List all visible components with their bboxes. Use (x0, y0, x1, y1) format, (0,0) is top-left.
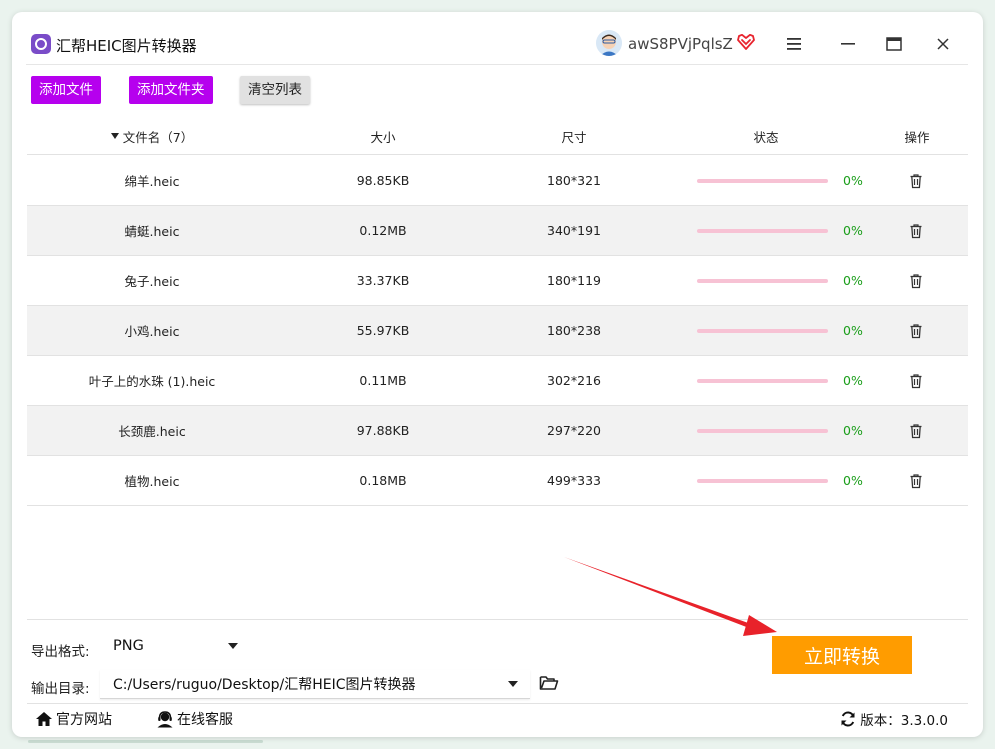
progress-percent: 0% (843, 323, 863, 338)
progress-bar (697, 329, 828, 333)
file-size: 55.97KB (356, 323, 410, 338)
title-divider (26, 64, 968, 65)
refresh-icon (841, 711, 855, 727)
chevron-down-icon (228, 643, 238, 649)
add-file-button[interactable]: 添加文件 (31, 76, 101, 104)
file-dimensions: 180*238 (547, 323, 601, 338)
file-table: 文件名（7） 大小 尺寸 状态 操作 绵羊.heic 98.85KB 180*321… (27, 118, 968, 620)
table-row[interactable]: 叶子上的水珠 (1).heic 0.11MB 302*216 0% (27, 356, 968, 406)
headset-icon (157, 710, 173, 727)
header-size: 大小 (370, 129, 396, 145)
file-size: 0.11MB (359, 373, 407, 388)
header-actions: 操作 (904, 129, 930, 145)
taskbar-hint (28, 740, 263, 743)
header-dimensions: 尺寸 (561, 129, 587, 145)
header-status: 状态 (753, 129, 779, 145)
table-row[interactable]: 兔子.heic 33.37KB 180*119 0% (27, 256, 968, 306)
maximize-icon[interactable] (884, 34, 904, 54)
progress-bar (697, 479, 828, 483)
trash-icon[interactable] (908, 273, 924, 289)
sort-down-icon (110, 133, 119, 139)
file-dimensions: 302*216 (547, 373, 601, 388)
file-dimensions: 180*321 (547, 173, 601, 188)
trash-icon[interactable] (908, 473, 924, 489)
file-size: 97.88KB (356, 423, 410, 438)
header-name[interactable]: 文件名（7） (27, 118, 277, 154)
app-window: 汇帮HEIC图片转换器 awS8PVjPqlsZ 添加文件 添加文件夹 清空列表… (12, 12, 983, 737)
table-row[interactable]: 植物.heic 0.18MB 499*333 0% (27, 456, 968, 506)
format-value: PNG (113, 638, 144, 654)
minimize-icon[interactable] (838, 34, 858, 54)
app-title: 汇帮HEIC图片转换器 (56, 37, 197, 55)
table-row[interactable]: 绵羊.heic 98.85KB 180*321 0% (27, 156, 968, 206)
close-icon[interactable] (933, 34, 953, 54)
file-name: 长颈鹿.heic (118, 424, 186, 439)
title-bar: 汇帮HEIC图片转换器 awS8PVjPqlsZ (12, 12, 983, 64)
file-name: 绵羊.heic (124, 174, 180, 189)
progress-bar (697, 429, 828, 433)
progress-bar (697, 179, 828, 183)
folder-open-icon[interactable] (539, 674, 559, 692)
table-row[interactable]: 蜻蜓.heic 0.12MB 340*191 0% (27, 206, 968, 256)
file-dimensions: 180*119 (547, 273, 601, 288)
file-size: 0.12MB (359, 223, 407, 238)
file-size: 98.85KB (356, 173, 410, 188)
hamburger-menu-icon[interactable] (784, 34, 804, 54)
output-dir-select[interactable]: C:/Users/ruguo/Desktop/汇帮HEIC图片转换器 (100, 670, 530, 699)
chevron-down-icon (508, 681, 518, 687)
file-name: 叶子上的水珠 (1).heic (88, 374, 216, 389)
output-dir-value: C:/Users/ruguo/Desktop/汇帮HEIC图片转换器 (113, 677, 416, 693)
progress-percent: 0% (843, 473, 863, 488)
home-icon (36, 712, 52, 726)
avatar[interactable] (596, 30, 622, 56)
progress-percent: 0% (843, 223, 863, 238)
trash-icon[interactable] (908, 323, 924, 339)
table-row[interactable]: 小鸡.heic 55.97KB 180*238 0% (27, 306, 968, 356)
output-settings: 导出格式: PNG 输出目录: C:/Users/ruguo/Desktop/汇… (27, 620, 968, 737)
file-name: 蜻蜓.heic (124, 224, 180, 239)
progress-percent: 0% (843, 273, 863, 288)
add-folder-button[interactable]: 添加文件夹 (129, 76, 213, 104)
footer-divider (27, 703, 968, 704)
file-name: 兔子.heic (124, 274, 180, 289)
trash-icon[interactable] (908, 373, 924, 389)
trash-icon[interactable] (908, 173, 924, 189)
progress-percent: 0% (843, 173, 863, 188)
file-dimensions: 340*191 (547, 223, 601, 238)
progress-bar (697, 279, 828, 283)
support-link[interactable]: 在线客服 (156, 709, 233, 729)
file-size: 33.37KB (356, 273, 410, 288)
progress-percent: 0% (843, 373, 863, 388)
file-size: 0.18MB (359, 473, 407, 488)
progress-bar (697, 379, 828, 383)
progress-bar (697, 229, 828, 233)
username[interactable]: awS8PVjPqlsZ (628, 35, 733, 53)
file-name: 植物.heic (124, 474, 180, 489)
website-link[interactable]: 官方网站 (35, 709, 112, 729)
trash-icon[interactable] (908, 423, 924, 439)
file-name: 小鸡.heic (124, 324, 180, 339)
file-dimensions: 499*333 (547, 473, 601, 488)
file-dimensions: 297*220 (547, 423, 601, 438)
table-header: 文件名（7） 大小 尺寸 状态 操作 (27, 118, 968, 155)
convert-button[interactable]: 立即转换 (772, 636, 912, 674)
trash-icon[interactable] (908, 223, 924, 239)
app-logo-icon (31, 34, 51, 54)
table-row[interactable]: 长颈鹿.heic 97.88KB 297*220 0% (27, 406, 968, 456)
clear-list-button[interactable]: 清空列表 (240, 76, 310, 104)
output-dir-label: 输出目录: (31, 681, 90, 697)
format-select[interactable]: PNG (100, 632, 250, 660)
vip-diamond-icon[interactable] (737, 33, 755, 50)
format-label: 导出格式: (31, 644, 90, 660)
version-info[interactable]: 版本：3.3.0.0 (840, 709, 948, 729)
progress-percent: 0% (843, 423, 863, 438)
